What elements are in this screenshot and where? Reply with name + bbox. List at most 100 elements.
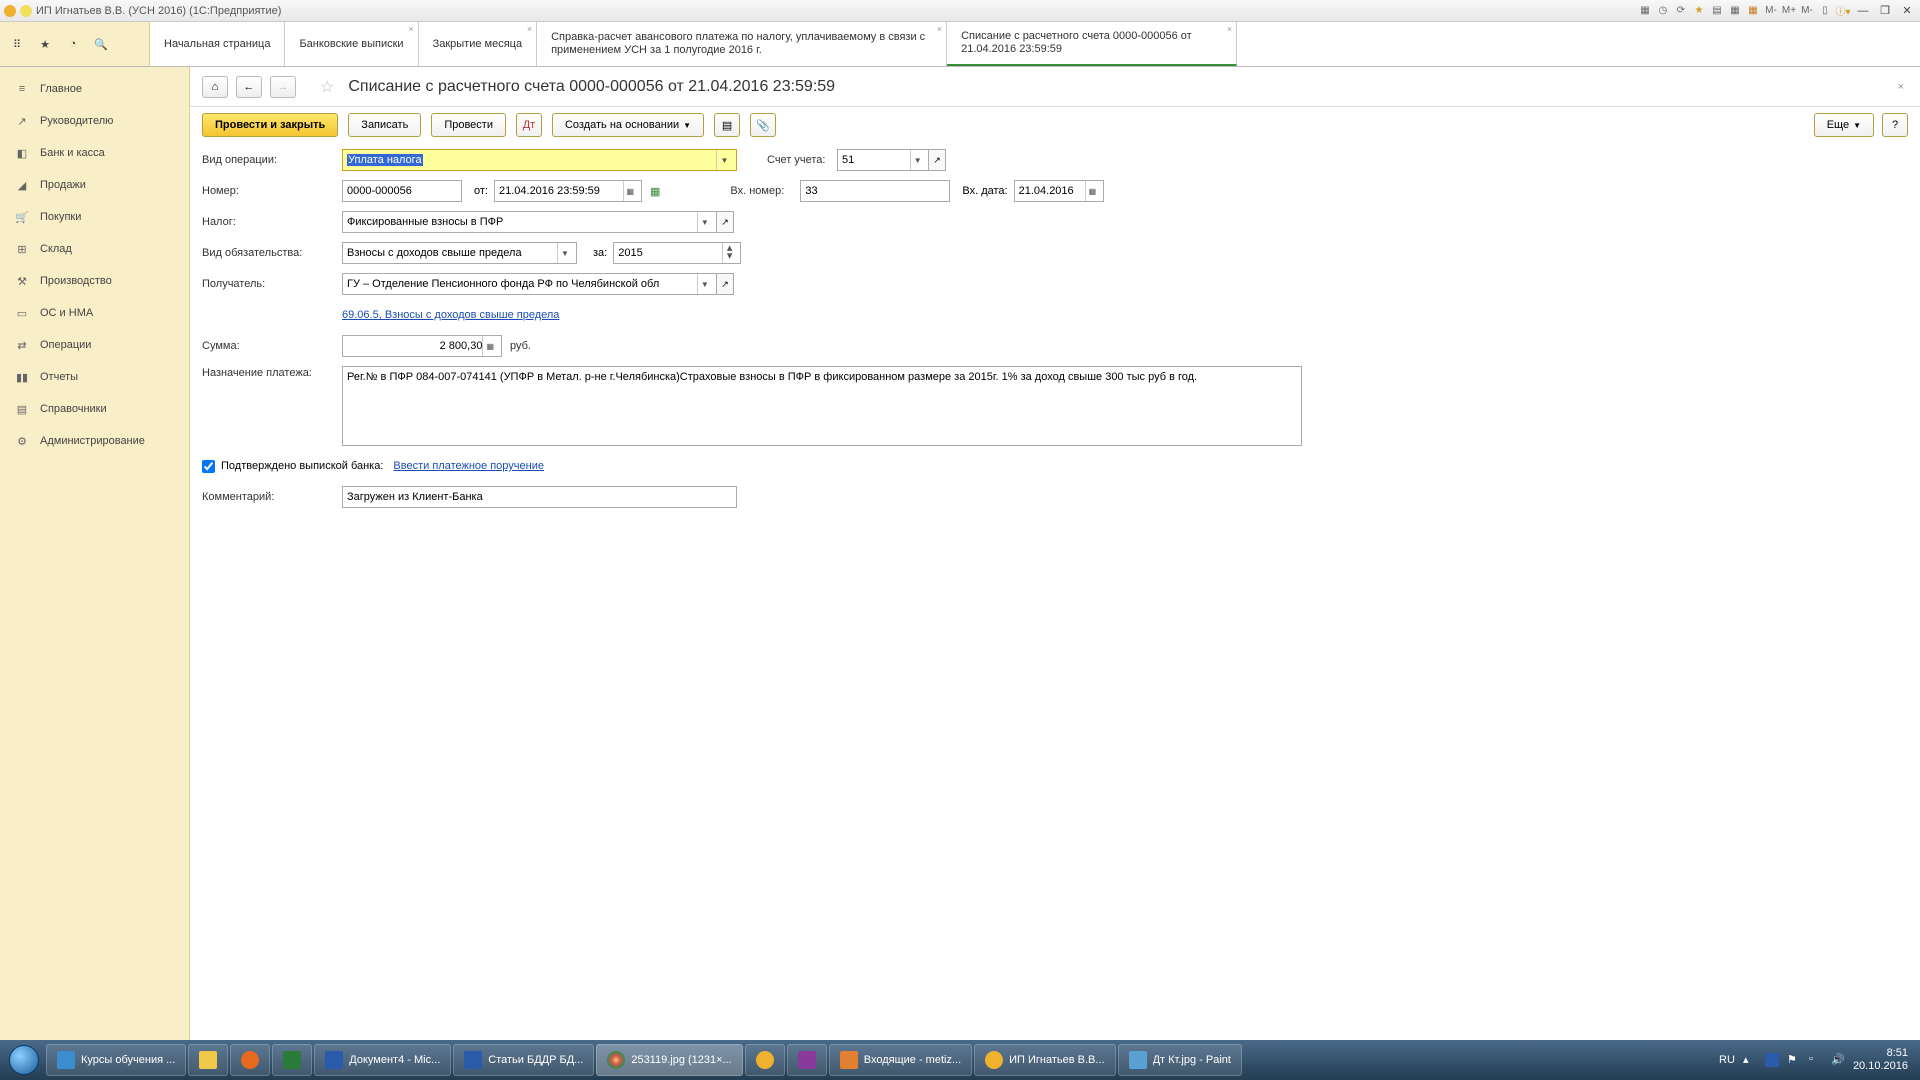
history-icon[interactable]: ◔ bbox=[64, 35, 82, 53]
toolbar-icon[interactable]: ▦ bbox=[1728, 4, 1742, 18]
create-based-button[interactable]: Создать на основании ▼ bbox=[552, 113, 704, 137]
comment-field[interactable] bbox=[342, 486, 737, 508]
taskbar-item[interactable] bbox=[188, 1044, 228, 1076]
calc-icon[interactable]: ▦ bbox=[482, 336, 497, 356]
sum-input[interactable] bbox=[347, 336, 482, 356]
sidebar-item-admin[interactable]: ⚙Администрирование bbox=[0, 425, 189, 457]
m-minus-icon[interactable]: M- bbox=[1764, 4, 1778, 18]
account-link[interactable]: 69.06.5, Взносы с доходов свыше предела bbox=[342, 309, 559, 321]
language-indicator[interactable]: RU bbox=[1719, 1054, 1735, 1066]
toolbar-icon[interactable]: ◷ bbox=[1656, 4, 1670, 18]
page-close-button[interactable]: × bbox=[1894, 77, 1908, 97]
tray-arrow-icon[interactable]: ▴ bbox=[1743, 1053, 1757, 1067]
favorites-icon[interactable]: ★ bbox=[36, 35, 54, 53]
post-and-close-button[interactable]: Провести и закрыть bbox=[202, 113, 338, 137]
spinner-icon[interactable]: ▴▾ bbox=[722, 243, 736, 263]
sidebar-item-operations[interactable]: ⇄Операции bbox=[0, 329, 189, 361]
volume-icon[interactable]: 🔊 bbox=[1831, 1053, 1845, 1067]
date-input[interactable] bbox=[499, 181, 623, 201]
calendar-icon[interactable]: ▦ bbox=[623, 181, 637, 201]
in-date-input[interactable] bbox=[1019, 181, 1086, 201]
account-input[interactable] bbox=[842, 150, 910, 170]
in-number-input[interactable] bbox=[805, 181, 945, 201]
back-button[interactable]: ← bbox=[236, 76, 262, 98]
tab-writeoff[interactable]: Списание с расчетного счета 0000-000056 … bbox=[947, 22, 1237, 66]
taskbar-item[interactable] bbox=[787, 1044, 827, 1076]
open-button[interactable]: ↗ bbox=[716, 273, 734, 295]
search-icon[interactable]: 🔍 bbox=[92, 35, 110, 53]
taskbar-item[interactable]: Документ4 - Mic... bbox=[314, 1044, 451, 1076]
attach-button[interactable]: 📎 bbox=[750, 113, 776, 137]
in-date-field[interactable]: ▦ bbox=[1014, 180, 1104, 202]
obligation-field[interactable]: ▼ bbox=[342, 242, 577, 264]
chevron-down-icon[interactable]: ▼ bbox=[716, 150, 732, 170]
toolbar-icon[interactable]: ▤ bbox=[1710, 4, 1724, 18]
close-icon[interactable]: × bbox=[1227, 24, 1232, 34]
close-icon[interactable]: × bbox=[408, 24, 413, 34]
obligation-input[interactable] bbox=[347, 243, 557, 263]
chevron-down-icon[interactable]: ▼ bbox=[557, 243, 572, 263]
year-field[interactable]: ▴▾ bbox=[613, 242, 741, 264]
confirmed-checkbox[interactable] bbox=[202, 460, 215, 473]
in-number-field[interactable] bbox=[800, 180, 950, 202]
home-button[interactable]: ⌂ bbox=[202, 76, 228, 98]
maximize-button[interactable]: ❐ bbox=[1876, 4, 1894, 18]
close-icon[interactable]: × bbox=[937, 24, 942, 34]
post-button[interactable]: Провести bbox=[431, 113, 506, 137]
account-field[interactable]: ▼ bbox=[837, 149, 929, 171]
star-icon[interactable]: ☆ bbox=[320, 77, 334, 97]
sidebar-item-catalogs[interactable]: ▤Справочники bbox=[0, 393, 189, 425]
sum-field[interactable]: ▦ bbox=[342, 335, 502, 357]
debit-credit-button[interactable]: Дт bbox=[516, 113, 542, 137]
open-button[interactable]: ↗ bbox=[716, 211, 734, 233]
payee-field[interactable]: ▼ bbox=[342, 273, 717, 295]
more-button[interactable]: Еще ▼ bbox=[1814, 113, 1874, 137]
close-button[interactable]: ✕ bbox=[1898, 4, 1916, 18]
sidebar-item-production[interactable]: ⚒Производство bbox=[0, 265, 189, 297]
number-field[interactable] bbox=[342, 180, 462, 202]
taskbar-item[interactable]: Дт Кт.jpg - Paint bbox=[1118, 1044, 1242, 1076]
taskbar-item[interactable]: 253119.jpg (1231×... bbox=[596, 1044, 742, 1076]
operation-type-field[interactable]: Уплата налога ▼ bbox=[342, 149, 737, 171]
toolbar-icon[interactable]: ⟳ bbox=[1674, 4, 1688, 18]
sidebar-item-warehouse[interactable]: ⊞Склад bbox=[0, 233, 189, 265]
sidebar-item-assets[interactable]: ▭ОС и НМА bbox=[0, 297, 189, 329]
calendar-icon[interactable]: ▦ bbox=[1085, 181, 1098, 201]
info-icon[interactable]: ⓘ▾ bbox=[1836, 4, 1850, 18]
minimize-button[interactable]: — bbox=[1854, 4, 1872, 18]
taskbar-item[interactable]: Статьи БДДР БД... bbox=[453, 1044, 594, 1076]
taskbar-item[interactable]: Входящие - metiz... bbox=[829, 1044, 972, 1076]
tax-input[interactable] bbox=[347, 212, 697, 232]
chevron-down-icon[interactable]: ▼ bbox=[697, 212, 712, 232]
sidebar-item-bank[interactable]: ◧Банк и касса bbox=[0, 137, 189, 169]
apps-icon[interactable]: ⠿ bbox=[8, 35, 26, 53]
number-input[interactable] bbox=[347, 181, 457, 201]
network-icon[interactable]: ▫ bbox=[1809, 1053, 1823, 1067]
calc-icon[interactable]: ▦ bbox=[1746, 4, 1760, 18]
sidebar-item-reports[interactable]: ▮▮Отчеты bbox=[0, 361, 189, 393]
tab-home[interactable]: Начальная страница bbox=[150, 22, 285, 66]
open-button[interactable]: ↗ bbox=[928, 149, 946, 171]
taskbar-item[interactable] bbox=[745, 1044, 785, 1076]
payee-input[interactable] bbox=[347, 274, 697, 294]
forward-button[interactable]: → bbox=[270, 76, 296, 98]
sidebar-item-manager[interactable]: ↗Руководителю bbox=[0, 105, 189, 137]
taskbar-item[interactable]: Курсы обучения ... bbox=[46, 1044, 186, 1076]
chevron-down-icon[interactable]: ▼ bbox=[697, 274, 712, 294]
year-input[interactable] bbox=[618, 243, 722, 263]
calendar-action-icon[interactable]: ▦ bbox=[650, 185, 660, 198]
help-button[interactable]: ? bbox=[1882, 113, 1908, 137]
taskbar-item[interactable] bbox=[272, 1044, 312, 1076]
purpose-textarea[interactable] bbox=[342, 366, 1302, 446]
start-button[interactable] bbox=[4, 1044, 44, 1076]
m-icon[interactable]: M- bbox=[1800, 4, 1814, 18]
sidebar-item-purchases[interactable]: 🛒Покупки bbox=[0, 201, 189, 233]
flag-icon[interactable]: ⚑ bbox=[1787, 1053, 1801, 1067]
panel-icon[interactable]: ▯ bbox=[1818, 4, 1832, 18]
close-icon[interactable]: × bbox=[527, 24, 532, 34]
tray-icon[interactable] bbox=[1765, 1053, 1779, 1067]
tab-bank-statements[interactable]: Банковские выписки× bbox=[285, 22, 418, 66]
sidebar-item-main[interactable]: ≡Главное bbox=[0, 73, 189, 105]
taskbar-item[interactable]: ИП Игнатьев В.В... bbox=[974, 1044, 1115, 1076]
print-button[interactable]: ▤ bbox=[714, 113, 740, 137]
